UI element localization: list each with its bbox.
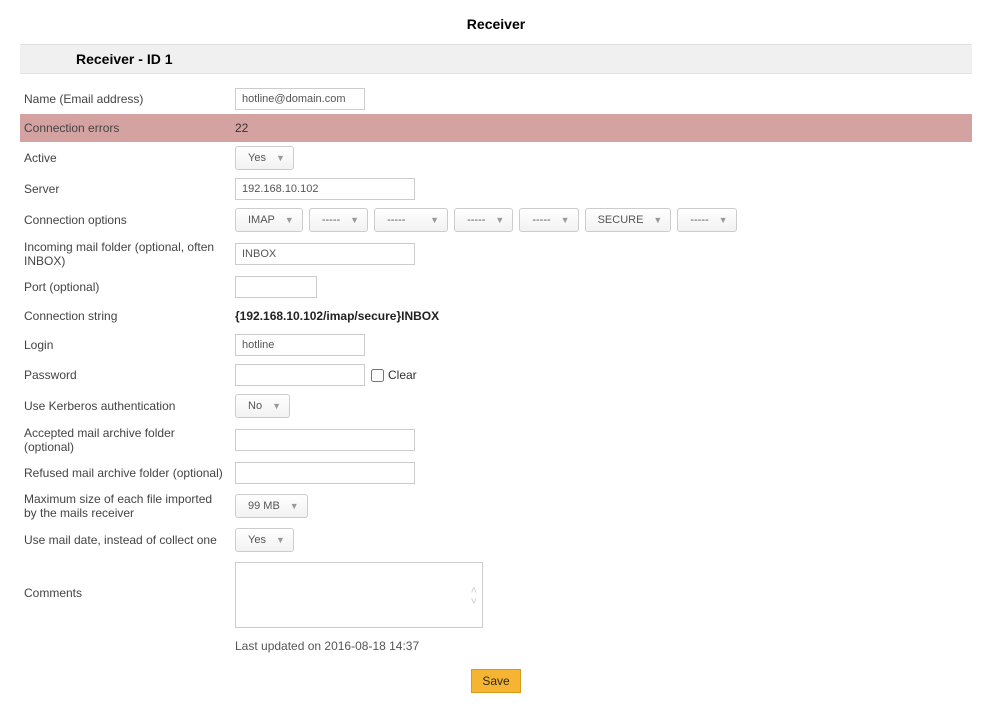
active-select[interactable]: Yes ▼ <box>235 146 294 170</box>
label-refused-folder: Refused mail archive folder (optional) <box>20 466 235 480</box>
row-use-mail-date: Use mail date, instead of collect one Ye… <box>20 524 972 556</box>
kerberos-select-value: No <box>248 400 262 412</box>
connection-string-value: {192.168.10.102/imap/secure}INBOX <box>235 309 439 323</box>
name-input[interactable] <box>235 88 365 110</box>
use-mail-date-value: Yes <box>248 534 266 546</box>
port-input[interactable] <box>235 276 317 298</box>
active-select-value: Yes <box>248 152 266 164</box>
comments-textarea[interactable] <box>235 562 483 628</box>
label-name: Name (Email address) <box>20 92 235 106</box>
row-port: Port (optional) <box>20 272 972 302</box>
row-active: Active Yes ▼ <box>20 142 972 174</box>
row-max-size: Maximum size of each file imported by th… <box>20 488 972 524</box>
row-connection-options: Connection options IMAP▼ -----▼ -----▼ -… <box>20 204 972 236</box>
chevron-down-icon: ▼ <box>276 535 285 545</box>
clear-checkbox[interactable] <box>371 369 384 382</box>
label-incoming-folder: Incoming mail folder (optional, often IN… <box>20 240 235 268</box>
label-connection-errors: Connection errors <box>20 121 235 135</box>
row-connection-string: Connection string {192.168.10.102/imap/s… <box>20 302 972 330</box>
row-connection-errors: Connection errors 22 <box>20 114 972 142</box>
page-title: Receiver <box>20 10 972 44</box>
chevron-down-icon: ▼ <box>561 215 570 225</box>
chevron-down-icon: ▼ <box>350 215 359 225</box>
label-server: Server <box>20 182 235 196</box>
chevron-down-icon: ▼ <box>495 215 504 225</box>
row-server: Server <box>20 174 972 204</box>
chevron-down-icon: ▼ <box>430 215 439 225</box>
accepted-folder-input[interactable] <box>235 429 415 451</box>
chevron-down-icon: ▼ <box>285 215 294 225</box>
label-login: Login <box>20 338 235 352</box>
row-name: Name (Email address) <box>20 84 972 114</box>
refused-folder-input[interactable] <box>235 462 415 484</box>
label-comments: Comments <box>20 562 235 600</box>
clear-checkbox-wrap[interactable]: Clear <box>371 368 417 382</box>
connection-errors-value: 22 <box>235 121 248 135</box>
max-size-value: 99 MB <box>248 500 280 512</box>
panel-header: Receiver - ID 1 <box>20 44 972 74</box>
conn-opt-select-3[interactable]: -----▼ <box>454 208 513 232</box>
save-button[interactable]: Save <box>471 669 520 693</box>
last-updated: Last updated on 2016-08-18 14:37 <box>235 635 972 653</box>
row-comments: Comments ˄˅ <box>20 556 972 635</box>
row-accepted-folder: Accepted mail archive folder (optional) <box>20 422 972 458</box>
conn-opt-select-0[interactable]: IMAP▼ <box>235 208 303 232</box>
label-kerberos: Use Kerberos authentication <box>20 399 235 413</box>
server-input[interactable] <box>235 178 415 200</box>
chevron-down-icon: ▼ <box>719 215 728 225</box>
password-input[interactable] <box>235 364 365 386</box>
conn-opt-select-6[interactable]: -----▼ <box>677 208 736 232</box>
max-size-select[interactable]: 99 MB ▼ <box>235 494 308 518</box>
conn-opt-select-1[interactable]: -----▼ <box>309 208 368 232</box>
label-connection-string: Connection string <box>20 309 235 323</box>
chevron-down-icon: ▼ <box>290 501 299 511</box>
row-kerberos: Use Kerberos authentication No ▼ <box>20 390 972 422</box>
incoming-folder-input[interactable] <box>235 243 415 265</box>
label-accepted-folder: Accepted mail archive folder (optional) <box>20 426 235 454</box>
row-password: Password Clear <box>20 360 972 390</box>
use-mail-date-select[interactable]: Yes ▼ <box>235 528 294 552</box>
login-input[interactable] <box>235 334 365 356</box>
chevron-down-icon: ▼ <box>276 153 285 163</box>
label-use-mail-date: Use mail date, instead of collect one <box>20 533 235 547</box>
label-password: Password <box>20 368 235 382</box>
row-refused-folder: Refused mail archive folder (optional) <box>20 458 972 488</box>
label-max-size: Maximum size of each file imported by th… <box>20 492 235 520</box>
label-connection-options: Connection options <box>20 213 235 227</box>
label-active: Active <box>20 151 235 165</box>
row-incoming-folder: Incoming mail folder (optional, often IN… <box>20 236 972 272</box>
conn-opt-select-4[interactable]: -----▼ <box>519 208 578 232</box>
row-login: Login <box>20 330 972 360</box>
chevron-down-icon: ▼ <box>272 401 281 411</box>
kerberos-select[interactable]: No ▼ <box>235 394 290 418</box>
clear-label: Clear <box>388 368 417 382</box>
conn-opt-select-5[interactable]: SECURE▼ <box>585 208 672 232</box>
chevron-down-icon: ▼ <box>653 215 662 225</box>
label-port: Port (optional) <box>20 280 235 294</box>
conn-opt-select-2[interactable]: -----▼ <box>374 208 448 232</box>
